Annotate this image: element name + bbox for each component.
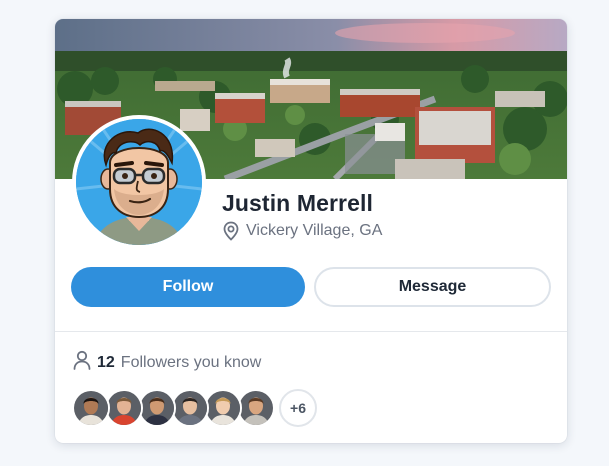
followers-count: 12 — [97, 353, 115, 371]
more-followers-button[interactable]: +6 — [279, 389, 317, 427]
follower-avatar[interactable] — [72, 389, 110, 427]
user-icon — [73, 350, 91, 375]
profile-avatar[interactable] — [72, 115, 206, 249]
map-pin-icon — [222, 221, 240, 241]
profile-name: Justin Merrell — [222, 190, 373, 216]
followers-label: Followers you know — [120, 353, 262, 371]
location-text: Vickery Village, GA — [246, 222, 383, 239]
followers-you-know: 12 Followers you know — [73, 350, 261, 375]
cartoon-avatar-image — [76, 119, 202, 245]
follower-avatar[interactable] — [105, 389, 143, 427]
follower-avatar[interactable] — [237, 389, 275, 427]
profile-card: Justin Merrell Vickery Village, GA Follo… — [55, 19, 567, 443]
section-divider — [55, 331, 567, 332]
follow-button[interactable]: Follow — [71, 267, 305, 307]
message-button[interactable]: Message — [314, 267, 551, 307]
follower-avatar[interactable] — [204, 389, 242, 427]
follower-avatar[interactable] — [171, 389, 209, 427]
follower-avatar[interactable] — [138, 389, 176, 427]
profile-location: Vickery Village, GA — [222, 221, 382, 241]
